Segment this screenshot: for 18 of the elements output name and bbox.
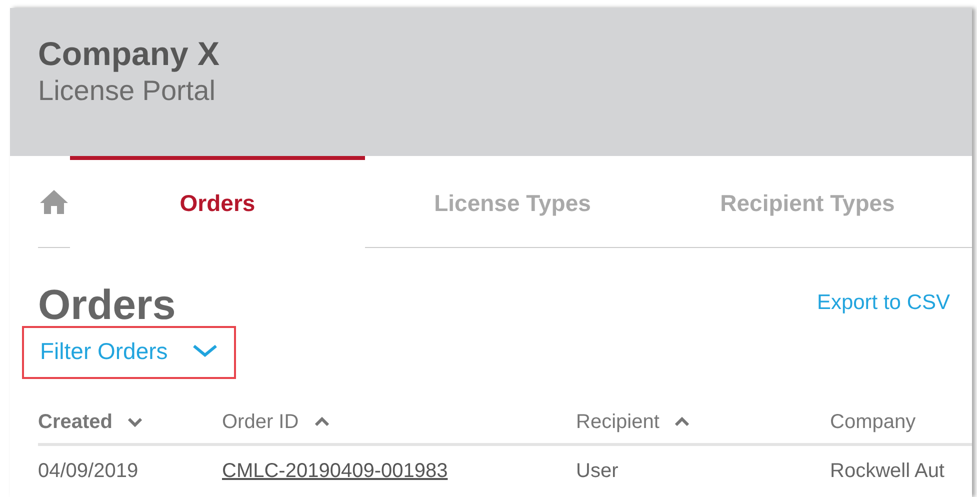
table-cell: Rockwell Aut [830, 460, 944, 482]
company-title: Company X [38, 34, 221, 74]
date-cell: 04/09/2019 [38, 460, 138, 482]
sort-up-icon[interactable] [314, 417, 329, 428]
filter-toggle[interactable]: Filter Orders [22, 326, 236, 378]
sort-down-icon[interactable] [128, 417, 142, 428]
order-link[interactable]: CMLC-20190409-001983 [222, 460, 448, 482]
column-header[interactable]: Recipient [576, 410, 660, 432]
chevron-icon [192, 344, 218, 358]
table-cell: User [576, 460, 618, 482]
column-header[interactable]: Created [38, 410, 112, 432]
home-icon[interactable] [39, 188, 69, 214]
portal-subtitle: License Portal [38, 74, 216, 108]
export-link[interactable]: Export to CSV [816, 286, 950, 318]
sort-up-icon[interactable] [675, 417, 690, 428]
column-header[interactable]: Company [830, 410, 916, 432]
column-header[interactable]: Order ID [222, 410, 299, 432]
page-title: Orders [38, 284, 176, 326]
